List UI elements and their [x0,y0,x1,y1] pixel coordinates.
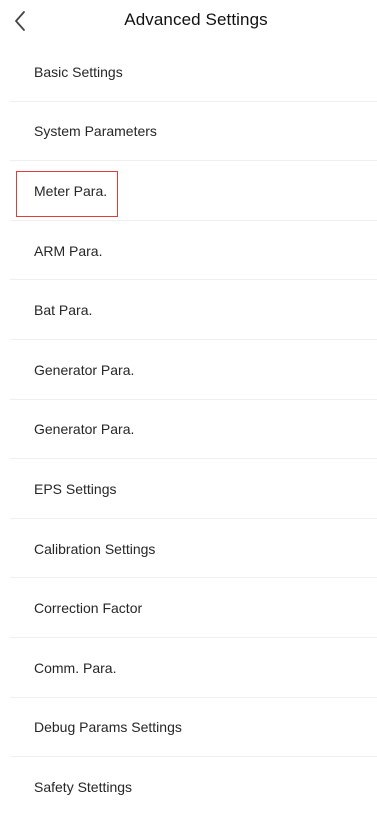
menu-item-basic-settings[interactable]: Basic Settings [0,42,377,102]
menu-item-label: Meter Para. [34,182,108,199]
menu-item-label: Basic Settings [34,63,123,80]
menu-item-generator-para-2[interactable]: Generator Para. [0,400,377,460]
menu-item-label: Bat Para. [34,302,93,319]
menu-item-eps-settings[interactable]: EPS Settings [0,459,377,519]
menu-item-correction-factor[interactable]: Correction Factor [0,578,377,638]
page-title: Advanced Settings [124,10,268,29]
menu-item-label: Generator Para. [34,421,135,438]
menu-item-debug-params-settings[interactable]: Debug Params Settings [0,698,377,758]
menu-item-label: Generator Para. [34,361,135,378]
menu-item-comm-para[interactable]: Comm. Para. [0,638,377,698]
menu-item-label: Debug Params Settings [34,719,182,736]
menu-item-arm-para[interactable]: ARM Para. [0,221,377,281]
menu-item-label: ARM Para. [34,242,103,259]
menu-item-generator-para[interactable]: Generator Para. [0,340,377,400]
menu-item-meter-para[interactable]: Meter Para. [0,161,377,221]
header: Advanced Settings [0,0,377,42]
menu-item-label: Correction Factor [34,600,143,617]
menu-item-system-parameters[interactable]: System Parameters [0,102,377,162]
menu-item-bat-para[interactable]: Bat Para. [0,280,377,340]
menu-item-label: System Parameters [34,123,157,140]
menu-item-label: Safety Stettings [34,778,133,795]
menu-item-label: Comm. Para. [34,659,117,676]
menu-item-label: EPS Settings [34,480,117,497]
menu-item-label: Calibration Settings [34,540,156,557]
menu-item-safety-settings[interactable]: Safety Stettings [0,757,377,817]
menu-item-calibration-settings[interactable]: Calibration Settings [0,519,377,579]
settings-list: Basic Settings System Parameters Meter P… [0,42,377,817]
